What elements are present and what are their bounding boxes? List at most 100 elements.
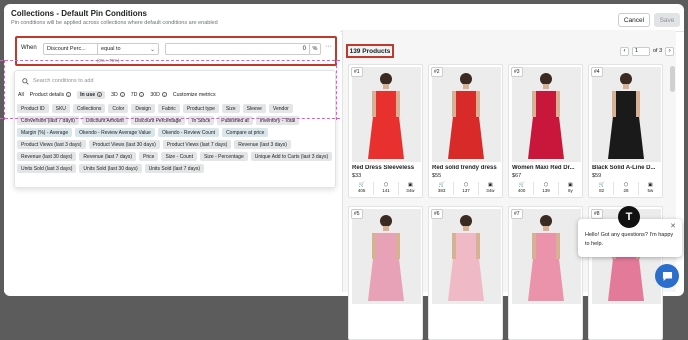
condition-chip[interactable]: Product Views (last 3 days) <box>17 140 86 149</box>
condition-chip[interactable]: Compare at price <box>222 128 269 137</box>
condition-chip[interactable]: SKU <box>51 104 70 113</box>
stat-value: 405 <box>357 188 366 193</box>
condition-chip[interactable]: Product Views (last 30 days) <box>88 140 160 149</box>
stat-value: 141 <box>382 188 390 193</box>
pin-number-badge: #5 <box>351 209 363 219</box>
prev-page-button[interactable]: ‹ <box>620 46 629 56</box>
condition-chip[interactable]: Color <box>108 104 129 113</box>
condition-chip[interactable]: Size - Percentage <box>199 152 248 161</box>
guide-line <box>336 60 337 120</box>
condition-chip[interactable]: Units Sold (last 7 days) <box>144 164 205 173</box>
condition-chip[interactable]: Revenue (last 30 days) <box>17 152 77 161</box>
stat-cell: ▣ 5w <box>639 182 662 195</box>
next-page-button[interactable]: › <box>665 46 675 56</box>
info-icon: i <box>119 92 125 98</box>
condition-chip[interactable]: Size - Count <box>161 152 197 161</box>
product-price: $55 <box>432 173 442 179</box>
tab-label: In use <box>80 92 96 98</box>
modal-title: Collections - Default Pin Conditions <box>11 9 147 18</box>
cancel-button[interactable]: Cancel <box>618 13 650 27</box>
pin-number-badge: #7 <box>511 209 523 219</box>
pin-number-badge: #4 <box>591 67 603 77</box>
condition-chip[interactable]: Okendo - Review Average Value <box>75 128 155 137</box>
stat-cell: ▣ 34w <box>479 182 502 195</box>
product-card[interactable]: #5 <box>348 206 423 340</box>
condition-chip[interactable]: Product ID <box>17 104 49 113</box>
condition-chip[interactable]: Size <box>221 104 240 113</box>
product-name: Black Solid A-Line D... <box>592 165 656 171</box>
page-total: of 3 <box>653 48 663 54</box>
condition-chip[interactable]: Units Sold (last 3 days) <box>17 164 77 173</box>
chat-icon <box>662 271 672 281</box>
when-label: When <box>21 45 37 51</box>
condition-chip[interactable]: Design <box>131 104 155 113</box>
tab-2[interactable]: In use i <box>77 91 106 99</box>
info-icon: i <box>161 92 167 98</box>
field-select[interactable]: Discount Perc... <box>43 43 103 55</box>
stat-value: 28 <box>623 188 629 193</box>
condition-chip[interactable]: Units Sold (last 30 days) <box>79 164 142 173</box>
search-icon <box>22 77 29 85</box>
operator-select[interactable]: equal to ⌄ <box>97 43 159 55</box>
stat-cell: ▣ 6y <box>559 182 582 195</box>
condition-chip[interactable]: Price <box>139 152 159 161</box>
stat-value: 34w <box>486 188 495 193</box>
condition-chip[interactable]: Product Views (last 7 days) <box>162 140 232 149</box>
info-icon: i <box>139 92 145 98</box>
more-options-icon[interactable]: ··· <box>325 43 332 50</box>
product-card[interactable]: #2 Red solid trendy dress $55 🛒 383 ⬡ 137 ▣ 34w <box>428 64 503 198</box>
condition-chip[interactable]: Revenue (last 3 days) <box>234 140 291 149</box>
product-stats: 🛒 383 ⬡ 137 ▣ 34w <box>430 182 502 195</box>
product-name: Red Dress Sleeveless <box>352 165 415 171</box>
stat-cell: ▣ 34w <box>399 182 422 195</box>
guide-line <box>0 60 340 61</box>
product-image <box>592 67 661 162</box>
stat-cell: 🛒 405 <box>350 182 375 195</box>
scrollbar[interactable] <box>670 66 675 92</box>
tab-6[interactable]: Customize metrics <box>173 92 216 98</box>
tab-4[interactable]: 7D i <box>131 92 145 98</box>
product-card[interactable]: #1 Red Dress Sleeveless $33 🛒 405 ⬡ 141 ▣ 34w <box>348 64 423 198</box>
stat-cell: 🛒 400 <box>510 182 535 195</box>
product-card[interactable]: #6 <box>428 206 503 340</box>
condition-chip[interactable]: Unique Add to Carts (last 3 days) <box>250 152 333 161</box>
tab-5[interactable]: 30D i <box>150 92 167 98</box>
product-stats: 🛒 405 ⬡ 141 ▣ 34w <box>350 182 422 195</box>
save-button[interactable]: Save <box>654 13 680 27</box>
tab-0[interactable]: All <box>18 92 24 98</box>
condition-chip[interactable]: Revenue (last 7 days) <box>79 152 137 161</box>
value-input[interactable]: 0 % <box>165 43 321 55</box>
stat-cell: ⬡ 139 <box>534 182 559 195</box>
stat-value: 137 <box>462 188 470 193</box>
tab-3[interactable]: 3D i <box>111 92 125 98</box>
product-card[interactable]: #3 Women Maxi Red Dr... $67 🛒 400 ⬡ 139 ▣ 6y <box>508 64 583 198</box>
product-card[interactable]: #4 Black Solid A-Line D... $59 🛒 82 ⬡ 28 ▣ 5w <box>588 64 663 198</box>
product-name: Women Maxi Red Dr... <box>512 165 575 171</box>
info-icon: i <box>97 92 103 98</box>
condition-search-input[interactable]: Search conditions to add <box>18 75 332 87</box>
condition-chip[interactable]: Vendor <box>268 104 293 113</box>
condition-chip[interactable]: Fabric <box>157 104 180 113</box>
condition-chip[interactable]: Collections <box>72 104 106 113</box>
page-input[interactable]: 1 <box>632 46 650 56</box>
close-icon[interactable]: ✕ <box>670 222 676 231</box>
modal-subtitle: Pin conditions will be applied across co… <box>11 20 218 26</box>
condition-chip[interactable]: Okendo - Review Count <box>157 128 220 137</box>
chat-launcher-button[interactable] <box>655 264 679 288</box>
tab-label: 7D <box>130 92 138 98</box>
tab-1[interactable]: Product details i <box>30 92 72 98</box>
product-price: $33 <box>352 173 362 179</box>
condition-chip[interactable]: Sleeve <box>242 104 266 113</box>
search-placeholder: Search conditions to add <box>33 78 94 84</box>
value-text: 0 <box>302 46 306 52</box>
condition-chips: Product ID SKU Collections Color Design Fabri… <box>17 104 335 173</box>
chat-avatar: T <box>618 206 640 228</box>
stat-value: 139 <box>542 188 550 193</box>
condition-row: When Discount Perc... equal to ⌄ 0 % ···… <box>15 36 337 66</box>
condition-chip[interactable]: Product type <box>182 104 219 113</box>
product-card[interactable]: #7 <box>508 206 583 340</box>
product-image <box>512 209 581 304</box>
product-image <box>352 67 421 162</box>
condition-chip[interactable]: Margin (%) - Average <box>17 128 73 137</box>
chevron-down-icon: ⌄ <box>149 47 155 53</box>
